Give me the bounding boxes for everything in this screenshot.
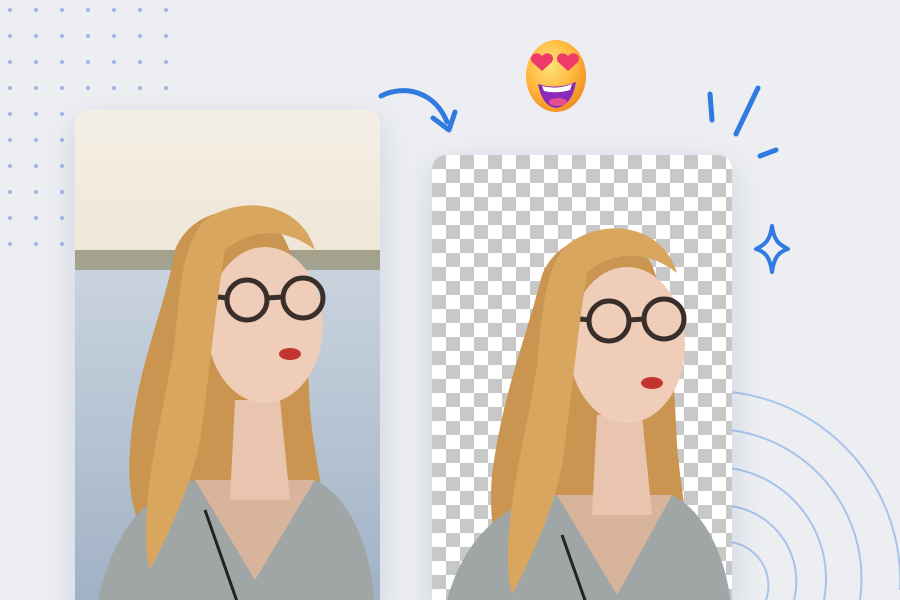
grid-dot — [8, 164, 12, 168]
grid-dot — [8, 112, 12, 116]
grid-dot — [8, 60, 12, 64]
grid-dot — [60, 190, 64, 194]
grid-dot — [8, 242, 12, 246]
grid-dot — [34, 60, 38, 64]
grid-dot — [60, 216, 64, 220]
grid-dot — [138, 34, 142, 38]
cutout-portrait-image — [432, 155, 732, 600]
sparkle-icon — [754, 224, 790, 274]
grid-dot — [8, 216, 12, 220]
grid-dot — [34, 34, 38, 38]
burst-lines-icon — [707, 85, 779, 159]
grid-dot — [60, 112, 64, 116]
grid-dot — [112, 8, 116, 12]
grid-dot — [34, 8, 38, 12]
curved-arrow-icon — [378, 88, 458, 133]
grid-dot — [34, 86, 38, 90]
grid-dot — [8, 138, 12, 142]
grid-dot — [112, 60, 116, 64]
grid-dot — [164, 60, 168, 64]
grid-dot — [164, 8, 168, 12]
grid-dot — [60, 8, 64, 12]
grid-dot — [34, 216, 38, 220]
grid-dot — [60, 34, 64, 38]
grid-dot — [164, 34, 168, 38]
grid-dot — [60, 242, 64, 246]
grid-dot — [34, 242, 38, 246]
grid-dot — [112, 34, 116, 38]
grid-dot — [86, 86, 90, 90]
background-removed-card — [432, 155, 732, 600]
grid-dot — [34, 164, 38, 168]
grid-dot — [60, 60, 64, 64]
grid-dot — [86, 34, 90, 38]
grid-dot — [8, 86, 12, 90]
grid-dot — [164, 86, 168, 90]
grid-dot — [138, 8, 142, 12]
grid-dot — [60, 164, 64, 168]
grid-dot — [138, 86, 142, 90]
grid-dot — [60, 138, 64, 142]
grid-dot — [60, 86, 64, 90]
grid-dot — [8, 190, 12, 194]
grid-dot — [8, 8, 12, 12]
original-photo-card — [75, 110, 380, 600]
grid-dot — [34, 138, 38, 142]
grid-dot — [112, 86, 116, 90]
grid-dot — [86, 60, 90, 64]
original-portrait-image — [75, 110, 380, 600]
scene — [0, 0, 900, 600]
grid-dot — [34, 190, 38, 194]
grid-dot — [8, 34, 12, 38]
grid-dot — [86, 8, 90, 12]
grid-dot — [34, 112, 38, 116]
heart-eyes-emoji-icon — [520, 36, 590, 120]
grid-dot — [138, 60, 142, 64]
